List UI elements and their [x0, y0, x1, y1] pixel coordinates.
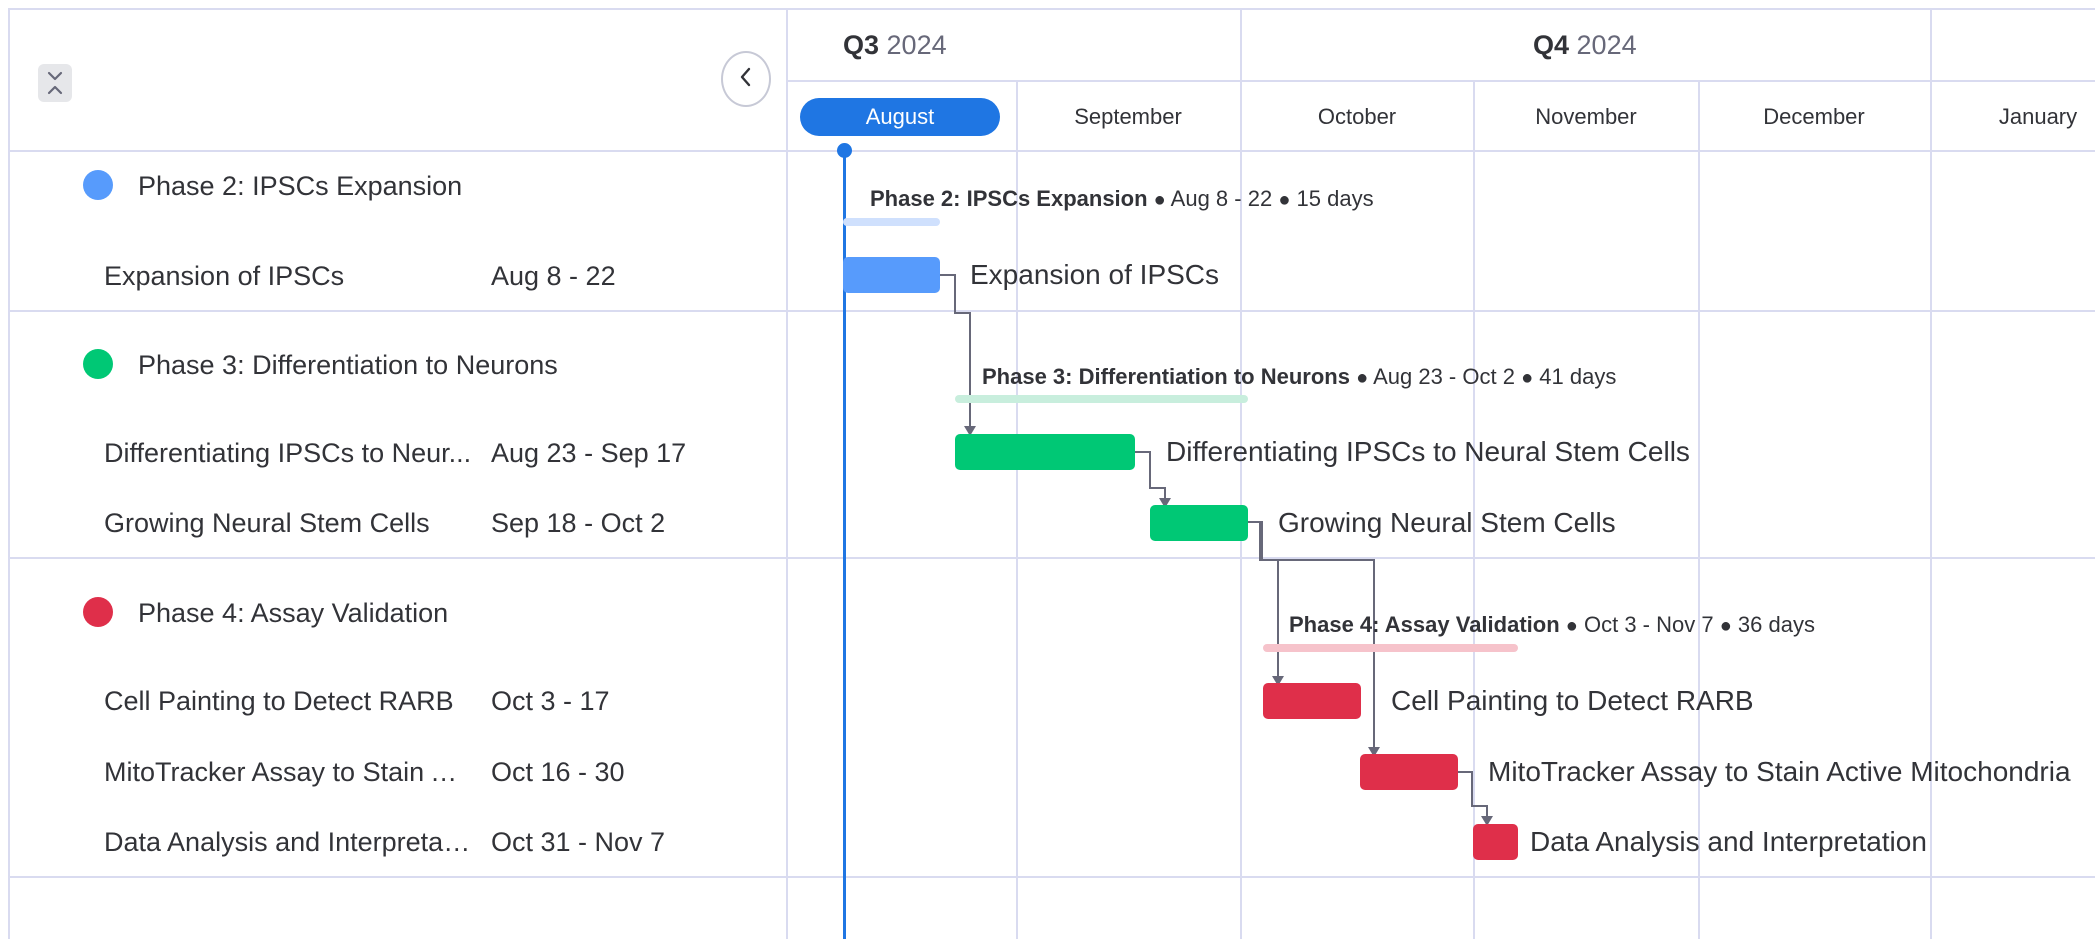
phase-span-line[interactable]: [1263, 644, 1518, 652]
task-bar-label[interactable]: Data Analysis and Interpretation: [1530, 826, 1927, 858]
task-bar[interactable]: [843, 257, 940, 293]
task-bar-label[interactable]: MitoTracker Assay to Stain Active Mitoch…: [1488, 756, 2071, 788]
task-bar[interactable]: [1150, 505, 1248, 541]
task-bar[interactable]: [955, 434, 1135, 470]
phase-span-line[interactable]: [955, 395, 1248, 403]
phase-summary-label[interactable]: Phase 4: Assay Validation ● Oct 3 - Nov …: [1289, 612, 1815, 638]
phase-summary-label[interactable]: Phase 2: IPSCs Expansion ● Aug 8 - 22 ● …: [870, 186, 1374, 212]
task-bar-label[interactable]: Expansion of IPSCs: [970, 259, 1219, 291]
task-bar[interactable]: [1360, 754, 1458, 790]
task-bar-label[interactable]: Differentiating IPSCs to Neural Stem Cel…: [1166, 436, 1690, 468]
task-bar[interactable]: [1473, 824, 1518, 860]
task-bar-label[interactable]: Cell Painting to Detect RARB: [1391, 685, 1754, 717]
task-bar[interactable]: [1263, 683, 1361, 719]
phase-summary-label[interactable]: Phase 3: Differentiation to Neurons ● Au…: [982, 364, 1616, 390]
phase-span-line[interactable]: [843, 218, 940, 226]
gantt-view: Q3 2024 Q4 2024 August September October…: [0, 0, 2095, 939]
task-bar-label[interactable]: Growing Neural Stem Cells: [1278, 507, 1616, 539]
